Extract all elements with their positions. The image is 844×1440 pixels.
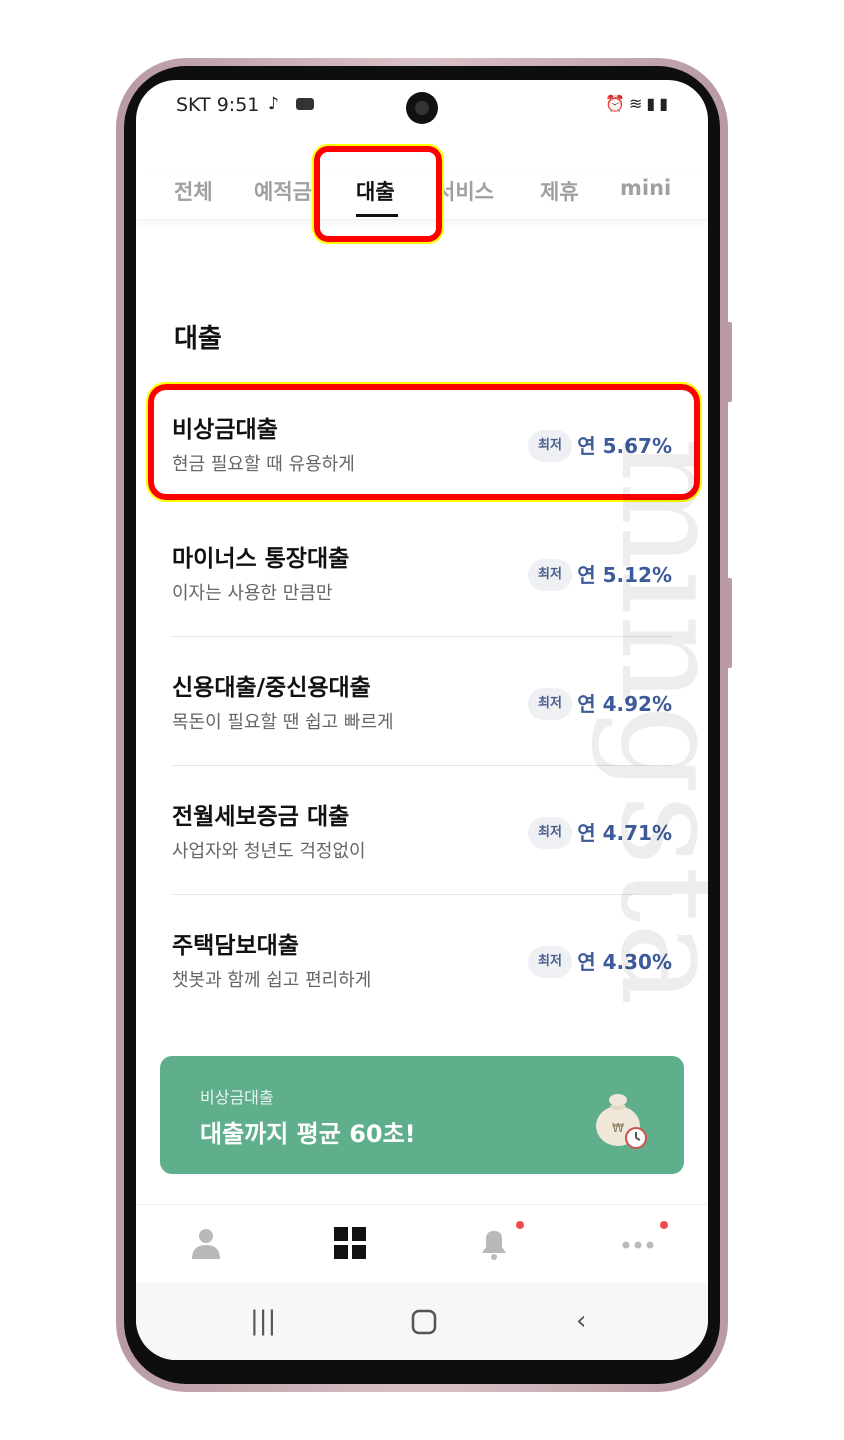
app-screen: SKT 9:51 ♪ ⏰≋▮▮ 전체 예적금 대출 서비스 제휴 mini 대출… — [136, 80, 708, 1360]
recent-apps-icon[interactable]: ||| — [250, 1306, 276, 1336]
front-camera — [406, 92, 438, 124]
back-icon[interactable]: ‹ — [576, 1306, 586, 1336]
status-icons: ⏰≋▮▮ — [605, 94, 672, 113]
tab-partner[interactable]: 제휴 — [540, 176, 579, 206]
bell-icon[interactable] — [474, 1223, 514, 1263]
lowest-badge: 최저 — [528, 817, 572, 849]
wifi-icon: ≋ — [628, 94, 647, 113]
banner-title: 대출까지 평균 60초! — [200, 1120, 416, 1148]
loan-desc: 목돈이 필요할 땐 쉽고 빠르게 — [172, 712, 394, 733]
highlight-box-tab — [312, 144, 444, 244]
battery-icon: ▮ — [659, 94, 672, 113]
volume-button — [727, 322, 732, 402]
lowest-badge: 최저 — [528, 559, 572, 591]
svg-text:₩: ₩ — [612, 1121, 624, 1135]
loan-name: 신용대출/중신용대출 — [172, 675, 371, 701]
bottom-nav — [136, 1204, 708, 1282]
more-notification-dot — [660, 1221, 668, 1229]
loan-name: 전월세보증금 대출 — [172, 804, 350, 830]
money-bag-icon: ₩ — [596, 1094, 647, 1149]
section-title: 대출 — [174, 324, 222, 354]
loan-desc: 사업자와 청년도 걱정없이 — [172, 841, 366, 862]
power-button — [727, 578, 732, 668]
watermark: mingsta — [588, 437, 708, 1006]
loan-name: 주택담보대출 — [172, 933, 299, 959]
grid-icon[interactable] — [330, 1223, 370, 1263]
status-time: 9:51 — [216, 94, 260, 116]
banner-subtitle: 비상금대출 — [200, 1088, 274, 1107]
tab-service[interactable]: 서비스 — [436, 176, 494, 206]
loan-desc: 이자는 사용한 만큼만 — [172, 583, 333, 604]
more-icon[interactable] — [618, 1223, 658, 1263]
person-icon[interactable] — [186, 1223, 226, 1263]
carrier-name: SKT — [176, 94, 211, 116]
home-icon[interactable] — [410, 1308, 438, 1336]
bell-notification-dot — [516, 1221, 524, 1229]
status-bar: SKT 9:51 ♪ ⏰≋▮▮ — [136, 80, 708, 134]
tab-all[interactable]: 전체 — [174, 176, 213, 206]
tab-deposit[interactable]: 예적금 — [254, 176, 312, 206]
alarm-icon: ⏰ — [605, 94, 629, 113]
signal-icon: ▮ — [646, 94, 660, 113]
status-carrier: SKT 9:51 — [176, 94, 259, 116]
promo-banner[interactable]: 비상금대출 대출까지 평균 60초! ₩ — [160, 1056, 684, 1174]
lowest-badge: 최저 — [528, 688, 572, 720]
loan-desc: 챗봇과 함께 쉽고 편리하게 — [172, 970, 372, 991]
voicemail-icon — [296, 98, 314, 110]
lowest-badge: 최저 — [528, 946, 572, 978]
loan-name: 마이너스 통장대출 — [172, 546, 350, 572]
system-nav-bar: ||| ‹ — [136, 1282, 708, 1360]
tab-mini[interactable]: mini — [620, 176, 671, 200]
tiktok-icon: ♪ — [268, 94, 279, 114]
